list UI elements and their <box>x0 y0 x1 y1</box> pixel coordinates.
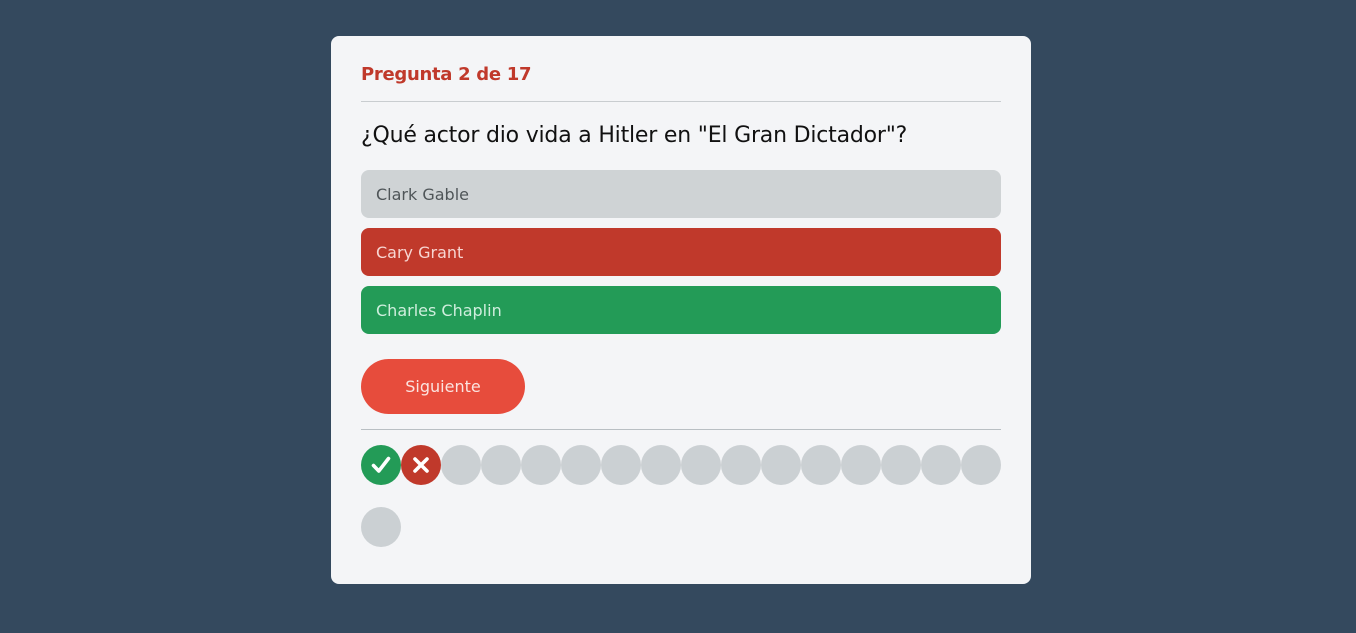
progress-dot-9 <box>681 445 721 485</box>
divider-bottom <box>361 429 1001 430</box>
progress-dot-3 <box>441 445 481 485</box>
answer-option-label: Clark Gable <box>376 184 469 204</box>
answer-option-1[interactable]: Clark Gable <box>361 170 1001 218</box>
progress-dot-5 <box>521 445 561 485</box>
progress-dot-6 <box>561 445 601 485</box>
check-icon <box>371 456 391 473</box>
progress-dot-4 <box>481 445 521 485</box>
divider-top <box>361 101 1001 102</box>
answer-option-3[interactable]: Charles Chaplin <box>361 286 1001 334</box>
answer-option-label: Cary Grant <box>376 242 464 262</box>
question-counter: Pregunta 2 de 17 <box>361 64 532 85</box>
answer-option-label: Charles Chaplin <box>376 300 502 320</box>
progress-dot-12 <box>801 445 841 485</box>
quiz-card: Pregunta 2 de 17 ¿Qué actor dio vida a H… <box>331 36 1031 584</box>
progress-dot-10 <box>721 445 761 485</box>
progress-dot-8 <box>641 445 681 485</box>
x-icon <box>413 457 429 473</box>
next-button[interactable]: Siguiente <box>361 359 525 414</box>
progress-dot-16 <box>961 445 1001 485</box>
progress-dot-13 <box>841 445 881 485</box>
question-text: ¿Qué actor dio vida a Hitler en "El Gran… <box>361 123 908 148</box>
answer-option-2[interactable]: Cary Grant <box>361 228 1001 276</box>
progress-dot-2 <box>401 445 441 485</box>
progress-dot-11 <box>761 445 801 485</box>
progress-dot-15 <box>921 445 961 485</box>
progress-tracker <box>361 445 1001 547</box>
progress-dot-7 <box>601 445 641 485</box>
answer-options: Clark Gable Cary Grant Charles Chaplin <box>361 170 1001 344</box>
progress-dot-17 <box>361 507 401 547</box>
progress-dot-1 <box>361 445 401 485</box>
progress-dot-14 <box>881 445 921 485</box>
